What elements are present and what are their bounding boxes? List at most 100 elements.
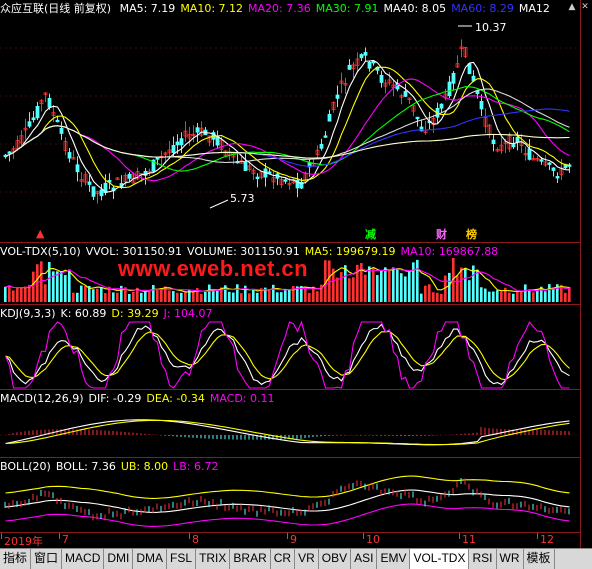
volume-bar: [416, 259, 419, 302]
tab-wr[interactable]: WR: [497, 549, 524, 569]
volume-bar: [404, 276, 407, 302]
volume-bar: [128, 293, 131, 302]
candle-body: [511, 144, 516, 148]
candle-body: [327, 113, 332, 122]
volume-bar: [500, 291, 503, 302]
candle-body: [75, 164, 80, 173]
volume-bar: [344, 265, 347, 302]
time-axis-label: 2019年: [4, 535, 43, 548]
tab-cr[interactable]: CR: [271, 549, 296, 569]
candle-body: [155, 157, 160, 160]
volume-bar: [392, 267, 395, 302]
volume-bar: [484, 288, 487, 302]
volume-bar: [272, 284, 275, 302]
volume-bar: [568, 286, 571, 302]
tab-trix[interactable]: TRIX: [196, 549, 231, 569]
tab-macd[interactable]: MACD: [62, 549, 105, 569]
macd-chart[interactable]: [0, 405, 580, 457]
tab-window[interactable]: 窗口: [31, 549, 63, 569]
volume-bar: [12, 290, 15, 302]
candle-body: [47, 97, 52, 108]
candle-body: [319, 143, 324, 149]
volume-bar: [512, 293, 515, 302]
high-price-label: 10.37: [475, 21, 507, 34]
tab-obv[interactable]: OBV: [319, 549, 352, 569]
candle-body: [215, 136, 220, 146]
event-tag-finance[interactable]: 财: [436, 226, 447, 242]
volume-bar: [248, 293, 251, 302]
volume-bar: [216, 289, 219, 302]
volume-bar: [496, 290, 499, 302]
volume-bar: [468, 280, 471, 302]
vol-indicator-3: MA5: 199679.19: [304, 245, 396, 258]
candle-body: [7, 151, 12, 154]
tab-brar[interactable]: BRAR: [230, 549, 271, 569]
time-axis-label: 9: [290, 533, 297, 546]
close-icon[interactable]: ✕: [580, 2, 590, 12]
boll-indicator-3: LB: 6.72: [173, 460, 219, 473]
volume-bar: [48, 262, 51, 302]
boll-indicator-1: BOLL: 7.36: [55, 460, 116, 473]
tab-emv[interactable]: EMV: [377, 549, 411, 569]
ma-indicator-1: MA10: 7.12: [180, 2, 244, 15]
candle-body: [31, 117, 36, 121]
tab-rsi[interactable]: RSI: [469, 549, 497, 569]
volume-bar: [56, 271, 59, 302]
boll-indicator-2: UB: 8.00: [120, 460, 169, 473]
candle-body: [347, 64, 352, 70]
boll-chart[interactable]: [0, 473, 580, 533]
volume-bar: [372, 268, 375, 302]
candle-body: [551, 167, 556, 171]
candle-body: [243, 161, 248, 171]
volume-bar: [212, 290, 215, 302]
candle-body: [27, 121, 32, 127]
candle-body: [179, 138, 184, 146]
boll-lb-line: [5, 503, 570, 527]
tab-template[interactable]: 模板: [524, 549, 555, 569]
tab-vr[interactable]: VR: [295, 549, 319, 569]
chevron-up-icon[interactable]: ▲: [567, 2, 577, 12]
right-border: [580, 0, 581, 548]
kdj-k-line: [5, 323, 570, 386]
volume-bar: [204, 291, 207, 302]
volume-bar: [480, 287, 483, 302]
vol-indicator-0: VOL-TDX(5,10): [0, 245, 81, 258]
tab-dmi[interactable]: DMI: [104, 549, 134, 569]
volume-bar: [284, 288, 287, 302]
volume-bar: [24, 286, 27, 302]
volume-bar: [384, 267, 387, 302]
event-tag-ranking[interactable]: 榜: [466, 226, 477, 242]
kdj-chart[interactable]: [0, 320, 580, 390]
volume-bar: [380, 270, 383, 302]
tab-fsl[interactable]: FSL: [167, 549, 197, 569]
tab-indicators[interactable]: 指标: [0, 549, 32, 569]
volume-bar: [132, 291, 135, 302]
volume-bar: [424, 285, 427, 302]
volume-bar: [76, 292, 79, 302]
candle-body: [323, 135, 328, 138]
time-axis-tick: [189, 533, 190, 539]
tab-asi[interactable]: ASI: [351, 549, 378, 569]
volume-bar: [524, 284, 527, 302]
volume-bar: [152, 284, 155, 302]
event-tag-reduce[interactable]: 减: [365, 226, 376, 242]
tab-dma[interactable]: DMA: [133, 549, 168, 569]
volume-bar: [116, 292, 119, 302]
volume-bar: [304, 287, 307, 302]
volume-bar: [20, 288, 23, 302]
main-indicator-values: MA5: 7.19 MA10: 7.12 MA20: 7.36 MA30: 7.91 M…: [120, 2, 555, 15]
volume-bar: [252, 289, 255, 302]
macd-indicator-3: MACD: 0.11: [209, 392, 275, 405]
candlestick-chart[interactable]: [0, 18, 580, 240]
volume-bar: [348, 278, 351, 302]
candle-body: [451, 72, 456, 84]
volume-bar: [172, 291, 175, 302]
volume-bar: [240, 293, 243, 302]
volume-bar: [140, 292, 143, 302]
volume-bar: [508, 292, 511, 302]
event-marker[interactable]: ▲: [36, 227, 44, 240]
volume-bar: [420, 293, 423, 302]
volume-bar: [532, 292, 535, 302]
candle-body: [359, 54, 364, 59]
tab-vol-tdx[interactable]: VOL-TDX: [410, 549, 470, 569]
